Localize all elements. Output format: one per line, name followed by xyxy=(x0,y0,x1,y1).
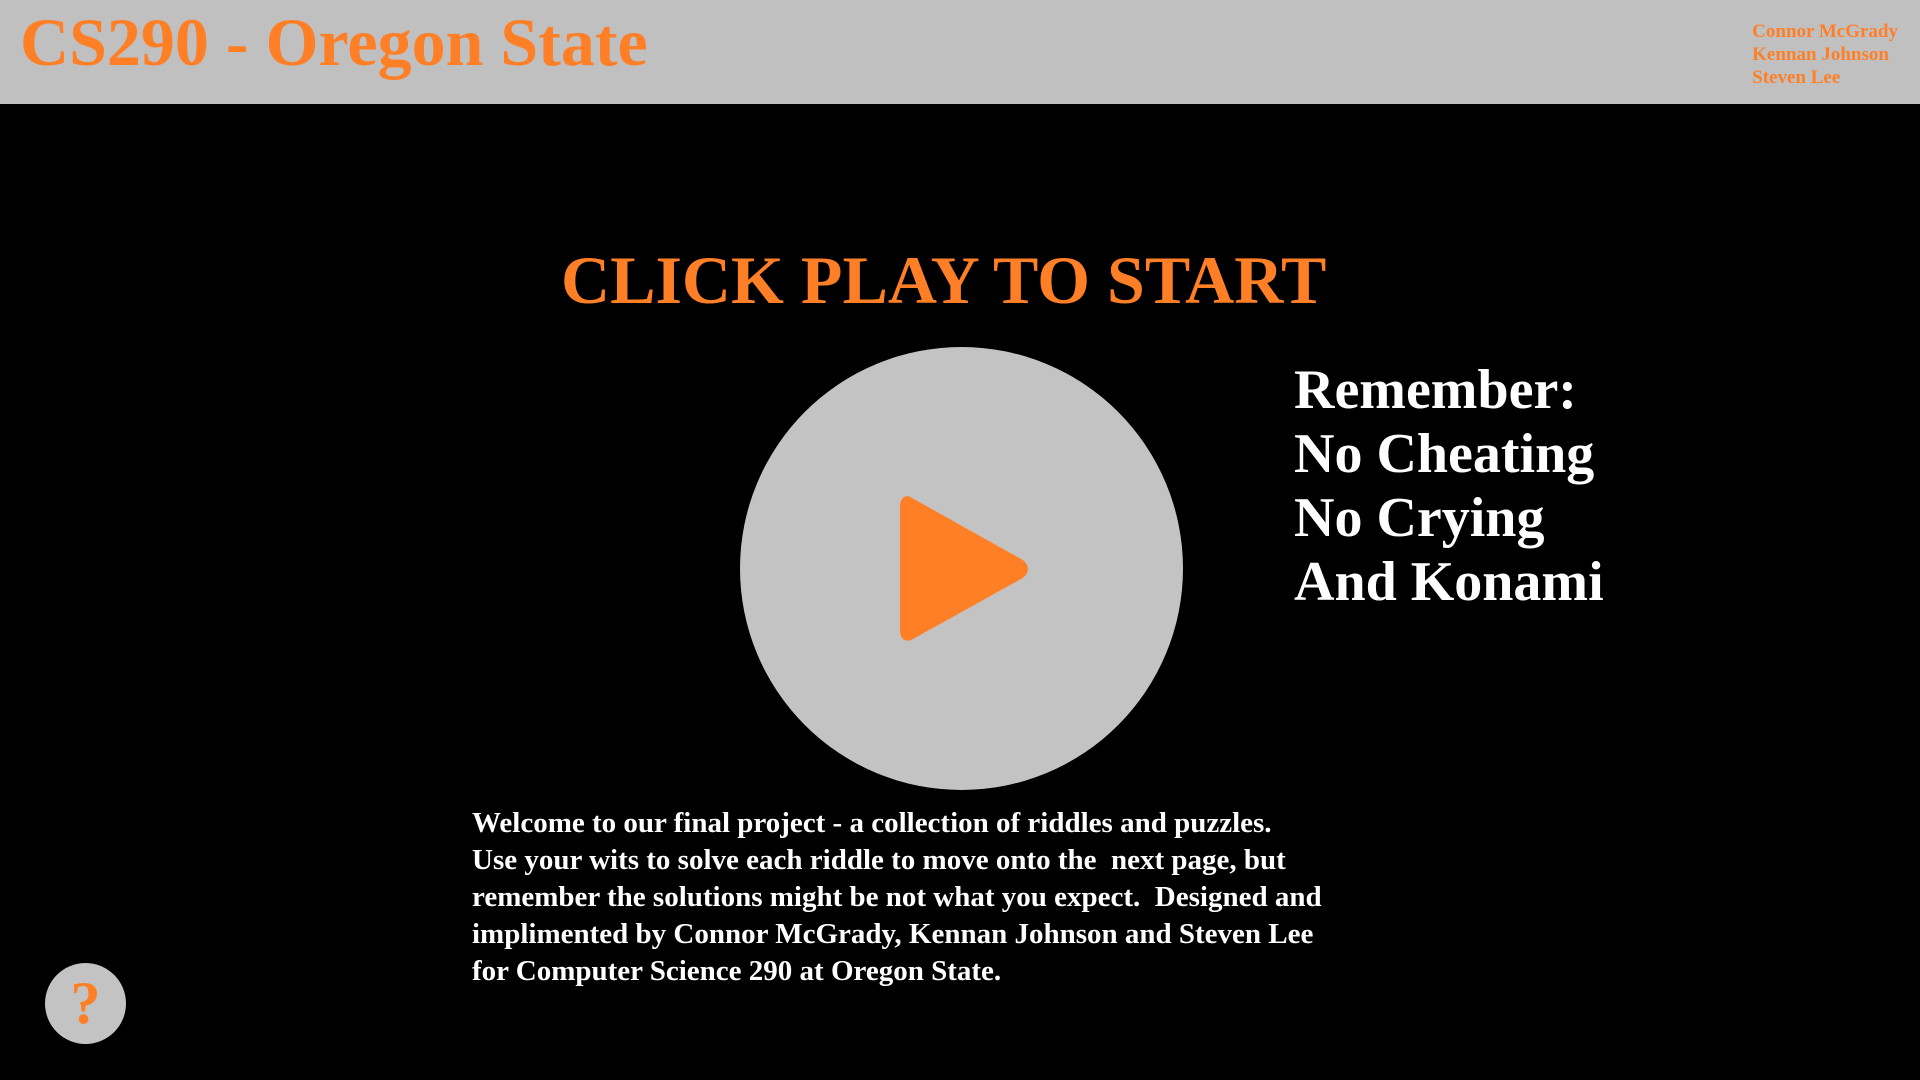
header-bar: CS290 - Oregon State Connor McGrady Kenn… xyxy=(0,0,1920,104)
welcome-line: Use your wits to solve each riddle to mo… xyxy=(472,844,1286,876)
reminder-line: And Konami xyxy=(1294,551,1604,613)
welcome-line: for Computer Science 290 at Oregon State… xyxy=(472,955,1002,987)
reminder-line: No Crying xyxy=(1294,487,1545,549)
reminder-block: Remember: No Cheating No Crying And Kona… xyxy=(1294,358,1604,614)
author-name: Connor McGrady xyxy=(1752,21,1898,42)
welcome-text: Welcome to our final project - a collect… xyxy=(472,805,1472,990)
start-prompt-text: CLICK PLAY TO START xyxy=(561,242,1327,318)
welcome-line: Welcome to our final project - a collect… xyxy=(472,807,1272,839)
help-button[interactable]: ? xyxy=(45,963,126,1044)
site-title: CS290 - Oregon State xyxy=(20,4,648,80)
reminder-line: No Cheating xyxy=(1294,423,1595,485)
welcome-line: remember the solutions might be not what… xyxy=(472,881,1322,913)
play-icon xyxy=(900,496,1028,641)
welcome-line: implimented by Connor McGrady, Kennan Jo… xyxy=(472,918,1314,950)
reminder-line: Remember: xyxy=(1294,359,1577,421)
author-name: Steven Lee xyxy=(1752,67,1841,88)
author-name: Kennan Johnson xyxy=(1752,44,1889,65)
author-list: Connor McGrady Kennan Johnson Steven Lee xyxy=(1752,20,1898,89)
play-button[interactable] xyxy=(740,347,1183,790)
